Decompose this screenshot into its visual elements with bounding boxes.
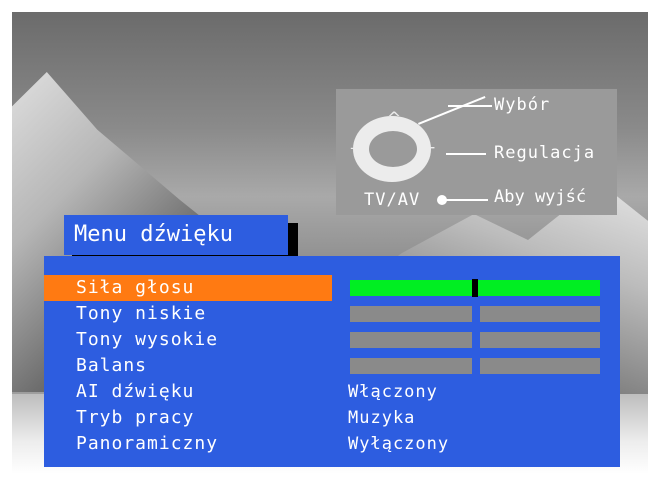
treble-slider-right[interactable]	[480, 332, 600, 348]
select-pointer-line	[418, 96, 486, 125]
ai-sound-value[interactable]: Włączony	[348, 379, 438, 405]
mode-value[interactable]: Muzyka	[348, 405, 415, 431]
menu-item-panoramic[interactable]: Panoramiczny	[44, 431, 332, 457]
adjust-line	[446, 153, 486, 155]
exit-line	[446, 199, 488, 201]
select-label: Wybór	[494, 95, 551, 115]
down-arrow-icon: v	[387, 167, 398, 187]
minus-icon: —	[350, 138, 367, 158]
menu-title: Menu dźwięku	[64, 215, 288, 255]
menu-item-mode[interactable]: Tryb pracy	[44, 405, 332, 431]
plus-icon: +	[422, 138, 437, 158]
sound-menu-panel: Siła głosu Tony niskie Tony wysokie Bala…	[44, 256, 620, 467]
balance-slider-left[interactable]	[350, 358, 472, 374]
select-line	[448, 105, 492, 107]
menu-item-ai-sound[interactable]: AI dźwięku	[44, 379, 332, 405]
up-arrow-icon: ^	[387, 109, 402, 129]
bass-slider-left[interactable]	[350, 306, 472, 322]
remote-pad-center	[369, 131, 417, 167]
remote-help-box: ^ v — + Wybór Regulacja TV/AV Aby wyjść	[336, 89, 617, 215]
tvav-label: TV/AV	[364, 190, 421, 210]
adjust-label: Regulacja	[494, 143, 596, 163]
bass-slider-right[interactable]	[480, 306, 600, 322]
panoramic-value[interactable]: Wyłączony	[348, 431, 449, 457]
menu-item-treble[interactable]: Tony wysokie	[44, 327, 332, 353]
menu-item-bass[interactable]: Tony niskie	[44, 301, 332, 327]
volume-slider-marker[interactable]	[472, 279, 478, 297]
treble-slider-left[interactable]	[350, 332, 472, 348]
menu-item-volume[interactable]: Siła głosu	[44, 275, 332, 301]
exit-label: Aby wyjść	[494, 187, 587, 207]
menu-item-balance[interactable]: Balans	[44, 353, 332, 379]
balance-slider-right[interactable]	[480, 358, 600, 374]
